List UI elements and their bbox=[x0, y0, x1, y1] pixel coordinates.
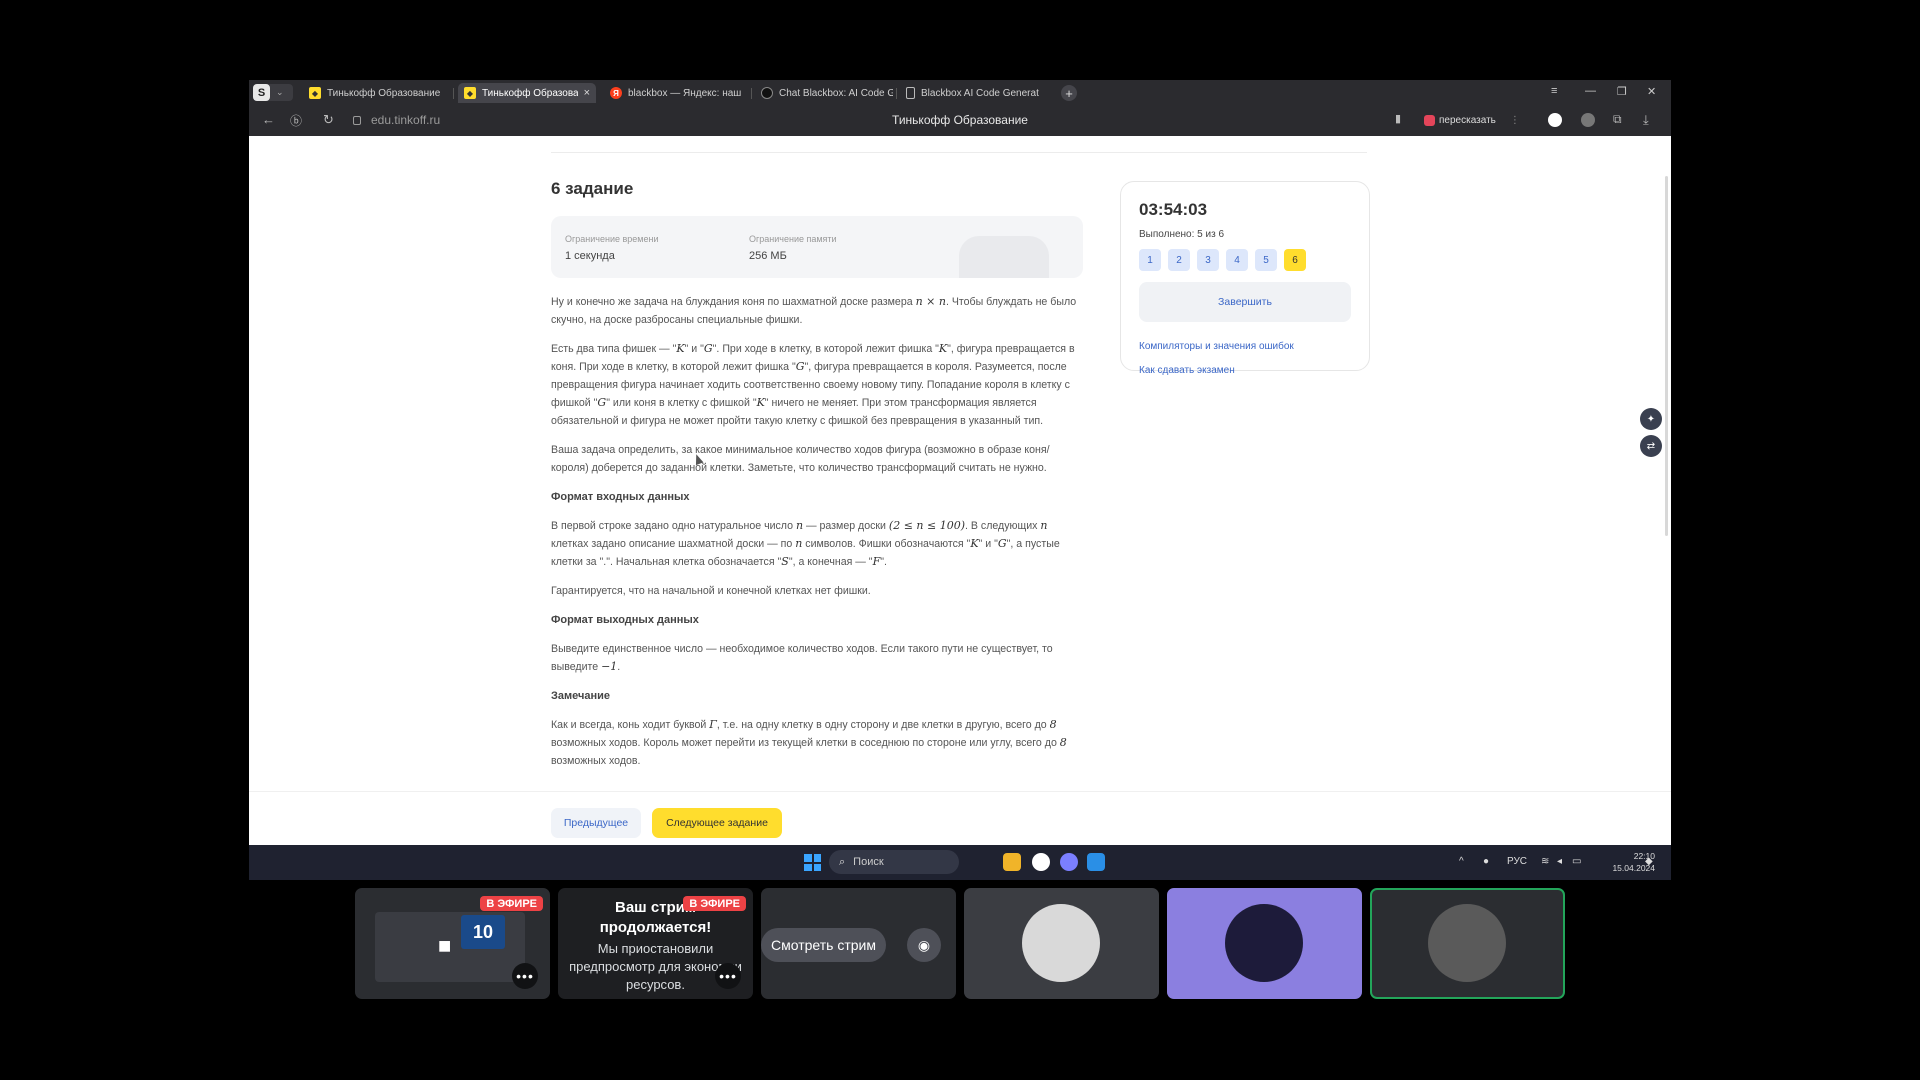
tab-blackbox-generator[interactable]: Blackbox AI Code Generat bbox=[900, 83, 1050, 103]
tab-bar: S ⌄ ◆ Тинькофф Образование ◆ Тинькофф Об… bbox=[249, 80, 1671, 105]
wifi-icon[interactable]: ≋ bbox=[1541, 856, 1549, 867]
retell-button[interactable]: пересказать ⋮ bbox=[1424, 110, 1520, 130]
tab-chat-blackbox[interactable]: Chat Blackbox: AI Code Ge bbox=[755, 83, 893, 103]
shield-icon: ◆ bbox=[464, 87, 476, 99]
memory-limit: Ограничение памяти 256 МБ bbox=[749, 234, 837, 262]
previous-task-button[interactable]: Предыдущее bbox=[551, 808, 641, 838]
task-chip-1[interactable]: 1 bbox=[1139, 249, 1161, 271]
eye-icon[interactable]: ◉ bbox=[907, 928, 941, 962]
close-tab-icon[interactable]: × bbox=[584, 87, 590, 99]
statement-paragraph: Есть два типа фишек — "K" и "G". При ход… bbox=[551, 342, 1075, 427]
limits-panel: Ограничение времени 1 секунда Ограничени… bbox=[551, 216, 1083, 278]
microphone-icon[interactable]: ● bbox=[1483, 856, 1489, 867]
battery-icon[interactable]: ▭ bbox=[1572, 856, 1581, 867]
live-badge: В ЭФИРЕ bbox=[683, 896, 746, 911]
yandex-browser-icon[interactable] bbox=[1032, 853, 1050, 871]
task-navigator: 1 2 3 4 5 6 bbox=[1139, 249, 1306, 271]
windows-taskbar: ⌕ Поиск ^ ● РУС ≋ ◂ ▭ 22:10 15.04.2024 ◆ bbox=[249, 845, 1671, 880]
finish-button[interactable]: Завершить bbox=[1139, 282, 1351, 322]
camera-icon: ■ bbox=[438, 933, 452, 958]
volume-icon[interactable]: ◂ bbox=[1557, 856, 1562, 867]
task-chip-3[interactable]: 3 bbox=[1197, 249, 1219, 271]
statement-paragraph: В первой строке задано одно натуральное … bbox=[551, 519, 1060, 568]
page-content: 6 задание Ограничение времени 1 секунда … bbox=[249, 136, 1671, 880]
task-title: 6 задание bbox=[551, 179, 634, 198]
user-tile-3-speaking[interactable] bbox=[1370, 888, 1565, 999]
section-heading-note: Замечание bbox=[551, 690, 611, 702]
ai-sparkle-icon[interactable]: ✦ bbox=[1640, 408, 1662, 430]
task-statement: Ну и конечно же задача на блуждания коня… bbox=[551, 293, 1085, 783]
tab-yandex-search[interactable]: Я blackbox — Яндекс: наш bbox=[604, 83, 748, 103]
restore-icon[interactable]: ❐ bbox=[1617, 85, 1627, 98]
file-explorer-icon[interactable] bbox=[1003, 853, 1021, 871]
next-task-button[interactable]: Следующее задание bbox=[652, 808, 782, 838]
retell-icon bbox=[1424, 114, 1435, 126]
menu-icon[interactable]: ≡ bbox=[1551, 85, 1557, 97]
task-chip-5[interactable]: 5 bbox=[1255, 249, 1277, 271]
statement-paragraph: Ваша задача определить, за какое минимал… bbox=[551, 444, 1050, 474]
browser-window: S ⌄ ◆ Тинькофф Образование ◆ Тинькофф Об… bbox=[249, 80, 1671, 880]
section-heading-output: Формат выходных данных bbox=[551, 614, 699, 626]
statement-paragraph: Как и всегда, конь ходит буквой Γ, т.е. … bbox=[551, 718, 1067, 767]
tab-tinkoff-1[interactable]: ◆ Тинькофф Образование bbox=[303, 83, 449, 103]
task-chip-2[interactable]: 2 bbox=[1168, 249, 1190, 271]
watch-stream-button[interactable]: Смотреть стрим bbox=[761, 928, 886, 962]
doc-icon bbox=[906, 87, 915, 99]
statement-paragraph: Ну и конечно же задача на блуждания коня… bbox=[551, 295, 1077, 326]
user-tile-1[interactable] bbox=[964, 888, 1159, 999]
minimize-icon[interactable]: — bbox=[1585, 85, 1596, 97]
language-indicator[interactable]: РУС bbox=[1507, 856, 1527, 867]
statement-paragraph: Гарантируется, что на начальной и конечн… bbox=[551, 585, 871, 597]
stream-tile-watch[interactable]: Смотреть стрим ◉ bbox=[761, 888, 956, 999]
task-chip-4[interactable]: 4 bbox=[1226, 249, 1248, 271]
scrollbar[interactable] bbox=[1665, 176, 1668, 536]
bookmark-icon[interactable]: ▮ bbox=[1395, 112, 1401, 125]
toolbar: ← ⓑ ↻ edu.tinkoff.ru Тинькофф Образовани… bbox=[249, 105, 1671, 136]
profile-badge: S bbox=[253, 84, 270, 101]
shield-icon: ◆ bbox=[309, 87, 321, 99]
more-options-button[interactable]: ••• bbox=[512, 963, 538, 989]
discord-icon[interactable] bbox=[1060, 853, 1078, 871]
avatar bbox=[1022, 904, 1100, 982]
close-window-icon[interactable]: ✕ bbox=[1647, 85, 1656, 98]
stream-thumbnail-label: 10 bbox=[461, 915, 505, 949]
time-limit: Ограничение времени 1 секунда bbox=[565, 234, 659, 262]
yandex-icon: Я bbox=[610, 87, 622, 99]
compilers-link[interactable]: Компиляторы и значения ошибок bbox=[1139, 341, 1294, 352]
download-icon[interactable]: ⤓ bbox=[1643, 112, 1649, 128]
countdown-timer: 03:54:03 bbox=[1139, 200, 1208, 219]
section-heading-input: Формат входных данных bbox=[551, 491, 690, 503]
tab-tinkoff-active[interactable]: ◆ Тинькофф Образование × bbox=[458, 83, 596, 103]
user-tile-2[interactable] bbox=[1167, 888, 1362, 999]
progress-text: Выполнено: 5 из 6 bbox=[1139, 229, 1225, 240]
avatar bbox=[1225, 904, 1303, 982]
exam-status-card: 03:54:03 Выполнено: 5 из 6 1 2 3 4 5 6 З… bbox=[1120, 181, 1370, 376]
extension-icon[interactable] bbox=[1548, 113, 1562, 127]
search-icon: ⌕ bbox=[839, 855, 846, 868]
more-options-button[interactable]: ••• bbox=[715, 963, 741, 989]
stream-tile-paused[interactable]: Ваш стрим продолжается! Мы приостановили… bbox=[558, 888, 753, 999]
extension-2-icon[interactable] bbox=[1581, 113, 1595, 127]
new-tab-button[interactable]: + bbox=[1061, 85, 1077, 101]
divider bbox=[551, 152, 1367, 153]
translate-icon[interactable]: ⇄ bbox=[1640, 435, 1662, 457]
live-badge: В ЭФИРЕ bbox=[480, 896, 543, 911]
taskbar-search[interactable]: ⌕ Поиск bbox=[829, 850, 959, 874]
chevron-down-icon: ⌄ bbox=[276, 87, 284, 97]
extensions-icon[interactable]: ⧉ bbox=[1613, 112, 1622, 127]
tray-chevron-icon[interactable]: ^ bbox=[1459, 856, 1464, 867]
chat-icon bbox=[761, 87, 773, 99]
stream-tile-1[interactable]: 10 ■ В ЭФИРЕ ••• bbox=[355, 888, 550, 999]
windows-start-icon[interactable] bbox=[804, 854, 821, 871]
avatar bbox=[1428, 904, 1506, 982]
profile-menu[interactable]: S ⌄ bbox=[253, 84, 293, 101]
notifications-icon[interactable]: ◆ bbox=[1645, 856, 1653, 867]
vscode-icon[interactable] bbox=[1087, 853, 1105, 871]
decor-shape bbox=[959, 236, 1049, 278]
task-chip-6[interactable]: 6 bbox=[1284, 249, 1306, 271]
exam-help-link[interactable]: Как сдавать экзамен bbox=[1139, 365, 1235, 376]
more-icon[interactable]: ⋮ bbox=[1510, 115, 1520, 126]
statement-paragraph: Выведите единственное число — необходимо… bbox=[551, 643, 1053, 673]
